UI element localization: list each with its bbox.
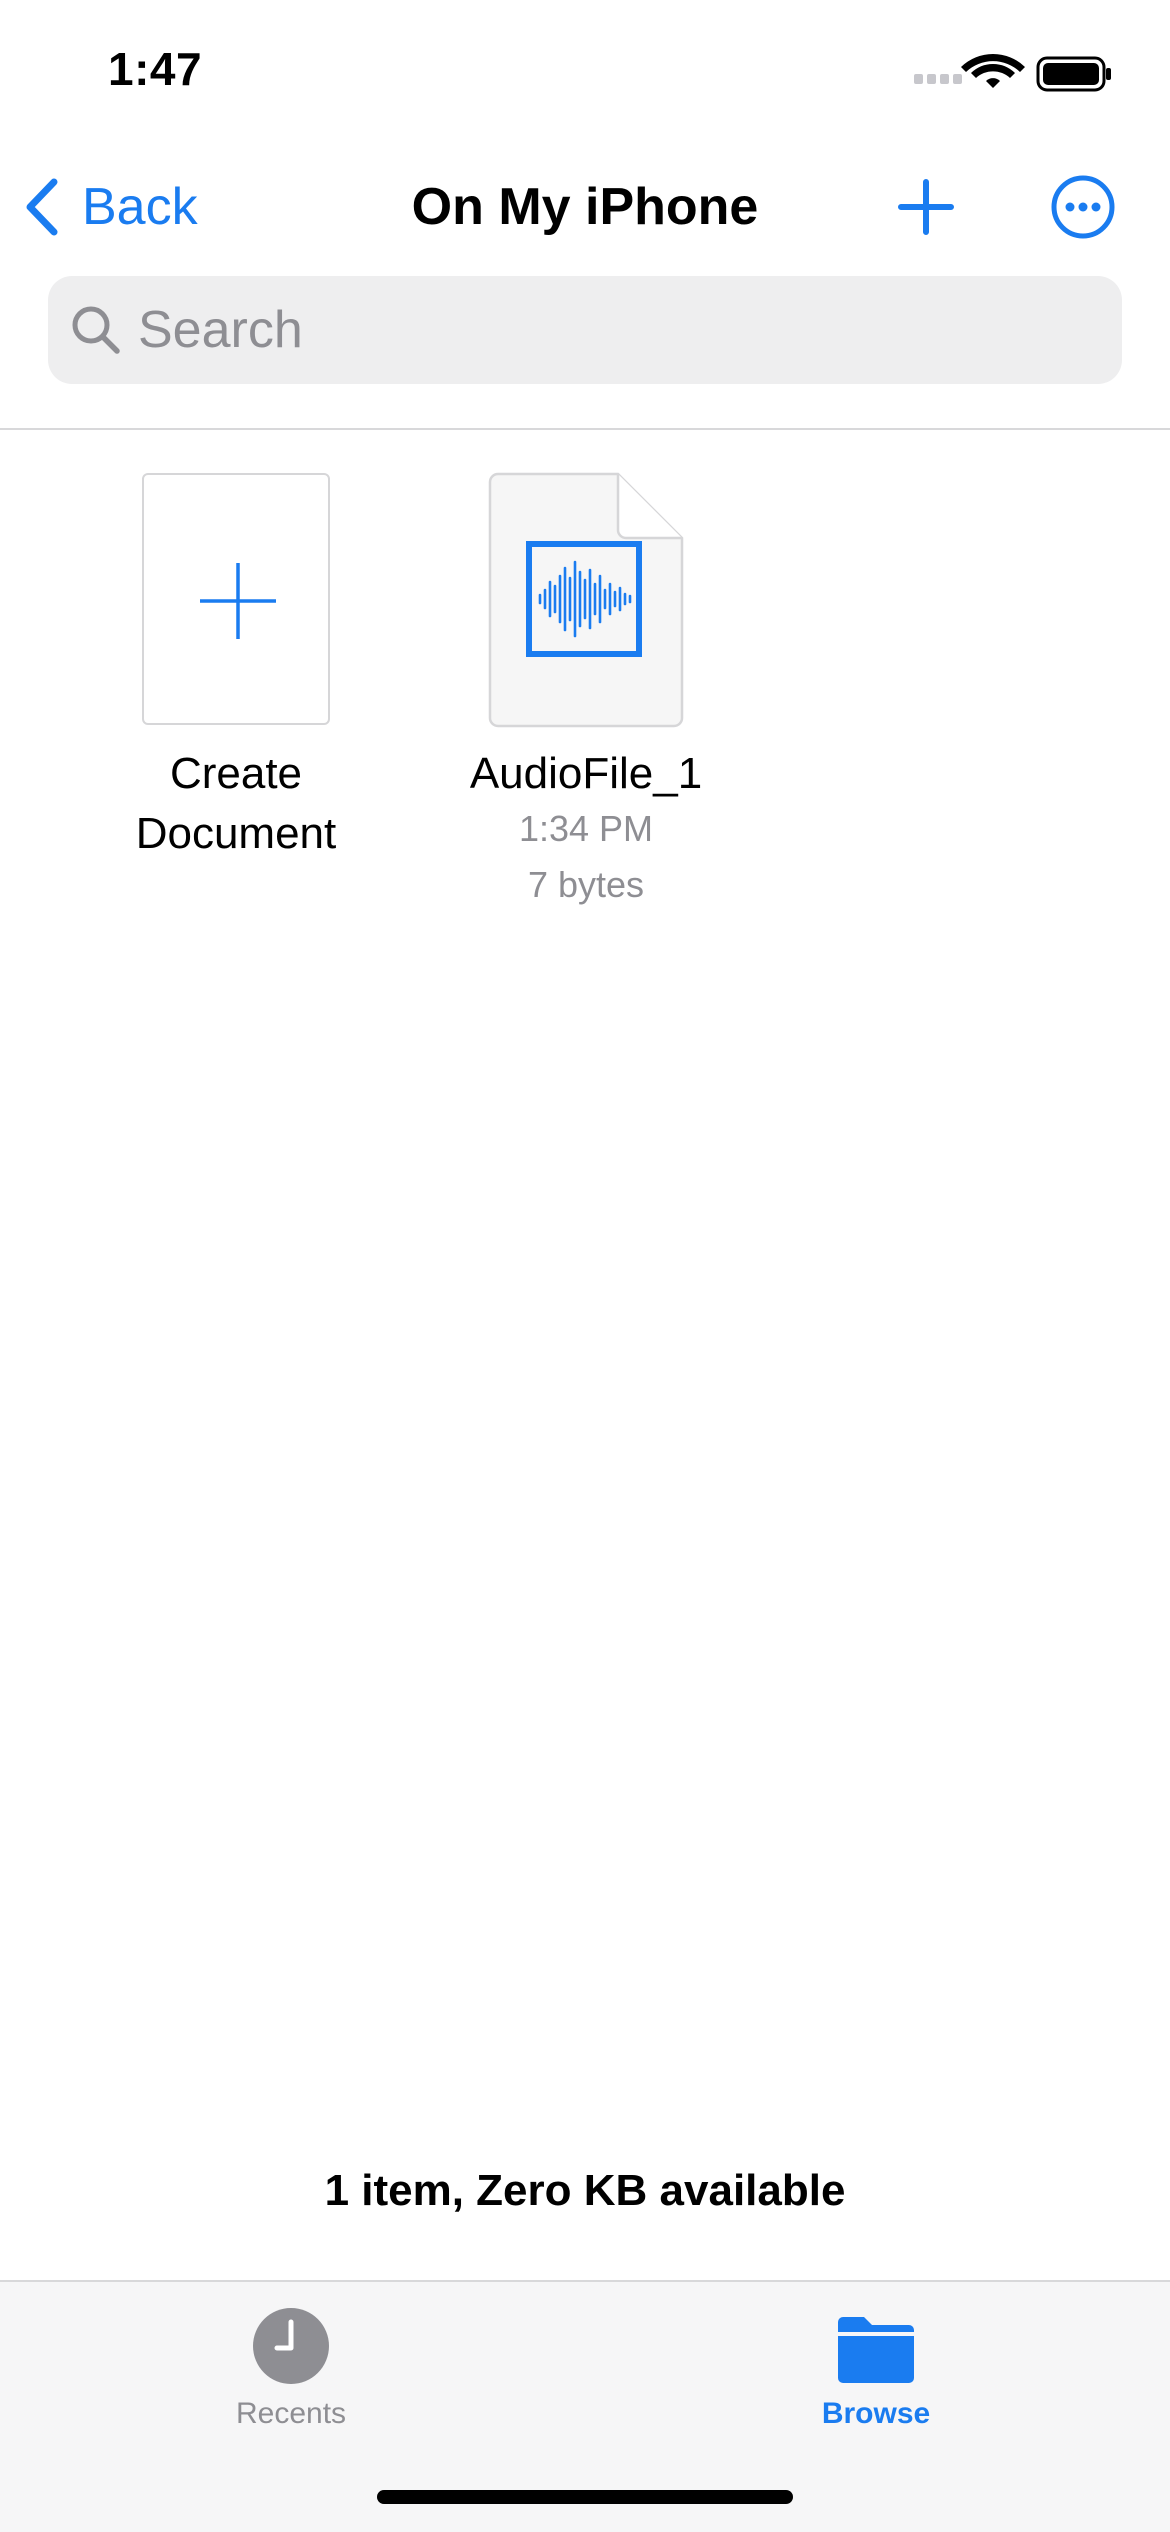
audio-file-modified: 1:34 PM — [518, 808, 654, 849]
audio-file-name: AudioFile_1 — [469, 749, 703, 798]
ellipsis-circle-icon — [1051, 175, 1115, 239]
add-button[interactable] — [895, 176, 957, 238]
battery-icon — [1036, 56, 1111, 92]
folder-icon — [838, 2317, 914, 2383]
back-button-label: Back — [82, 178, 198, 236]
clock-icon — [253, 2308, 329, 2384]
storage-summary: 1 item, Zero KB available — [324, 2166, 846, 2215]
audio-waveform-icon — [488, 472, 684, 728]
plus-icon — [200, 563, 276, 639]
more-options-button[interactable] — [1050, 174, 1116, 240]
tab-browse-label: Browse — [821, 2397, 931, 2430]
back-button[interactable]: Back — [22, 172, 198, 242]
search-input[interactable] — [138, 285, 1038, 375]
status-icons — [914, 52, 1114, 96]
home-indicator — [377, 2490, 793, 2504]
tab-recents-label: Recents — [235, 2397, 347, 2430]
chevron-left-icon — [26, 178, 58, 236]
create-document-button[interactable] — [142, 473, 330, 725]
create-document-label: Create Document — [135, 749, 337, 858]
audio-file-size: 7 bytes — [527, 864, 645, 905]
header-divider — [0, 428, 1170, 430]
wifi-icon — [961, 54, 1025, 88]
audio-file-item[interactable] — [488, 472, 684, 728]
plus-icon — [898, 179, 954, 235]
status-time: 1:47 — [108, 43, 203, 95]
tab-recents[interactable]: Recents — [171, 2306, 411, 2431]
cellular-signal-icon — [914, 74, 962, 84]
search-icon — [72, 306, 120, 354]
tab-browse[interactable]: Browse — [756, 2306, 996, 2431]
search-bar[interactable] — [48, 276, 1122, 384]
